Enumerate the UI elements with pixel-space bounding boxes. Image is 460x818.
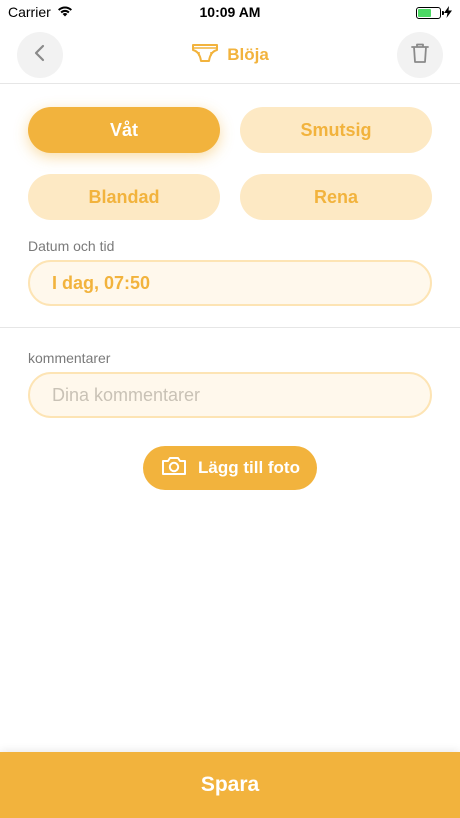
type-button-wet[interactable]: Våt bbox=[28, 107, 220, 153]
status-time: 10:09 AM bbox=[199, 4, 261, 20]
battery-indicator bbox=[416, 5, 452, 21]
title-area: Blöja bbox=[0, 26, 460, 84]
type-button-dirty[interactable]: Smutsig bbox=[240, 107, 432, 153]
section-divider bbox=[0, 327, 460, 328]
trash-icon bbox=[410, 42, 430, 69]
diaper-icon bbox=[191, 42, 219, 69]
type-button-mixed[interactable]: Blandad bbox=[28, 174, 220, 220]
nav-header: Blöja bbox=[0, 26, 460, 84]
battery-icon bbox=[416, 7, 444, 19]
add-photo-button[interactable]: Lägg till foto bbox=[143, 446, 317, 490]
status-bar: Carrier 10:09 AM bbox=[0, 0, 460, 26]
page-title: Blöja bbox=[227, 45, 269, 64]
datetime-label: Datum och tid bbox=[28, 238, 115, 254]
type-button-clean[interactable]: Rena bbox=[240, 174, 432, 220]
add-photo-label: Lägg till foto bbox=[198, 458, 300, 477]
save-button[interactable]: Spara bbox=[0, 752, 460, 818]
datetime-field[interactable]: I dag, 07:50 bbox=[28, 260, 432, 306]
comments-label: kommentarer bbox=[28, 350, 111, 366]
camera-icon bbox=[160, 455, 188, 482]
comments-input[interactable]: Dina kommentarer bbox=[28, 372, 432, 418]
delete-button[interactable] bbox=[397, 32, 443, 78]
charging-bolt-icon bbox=[444, 5, 452, 21]
